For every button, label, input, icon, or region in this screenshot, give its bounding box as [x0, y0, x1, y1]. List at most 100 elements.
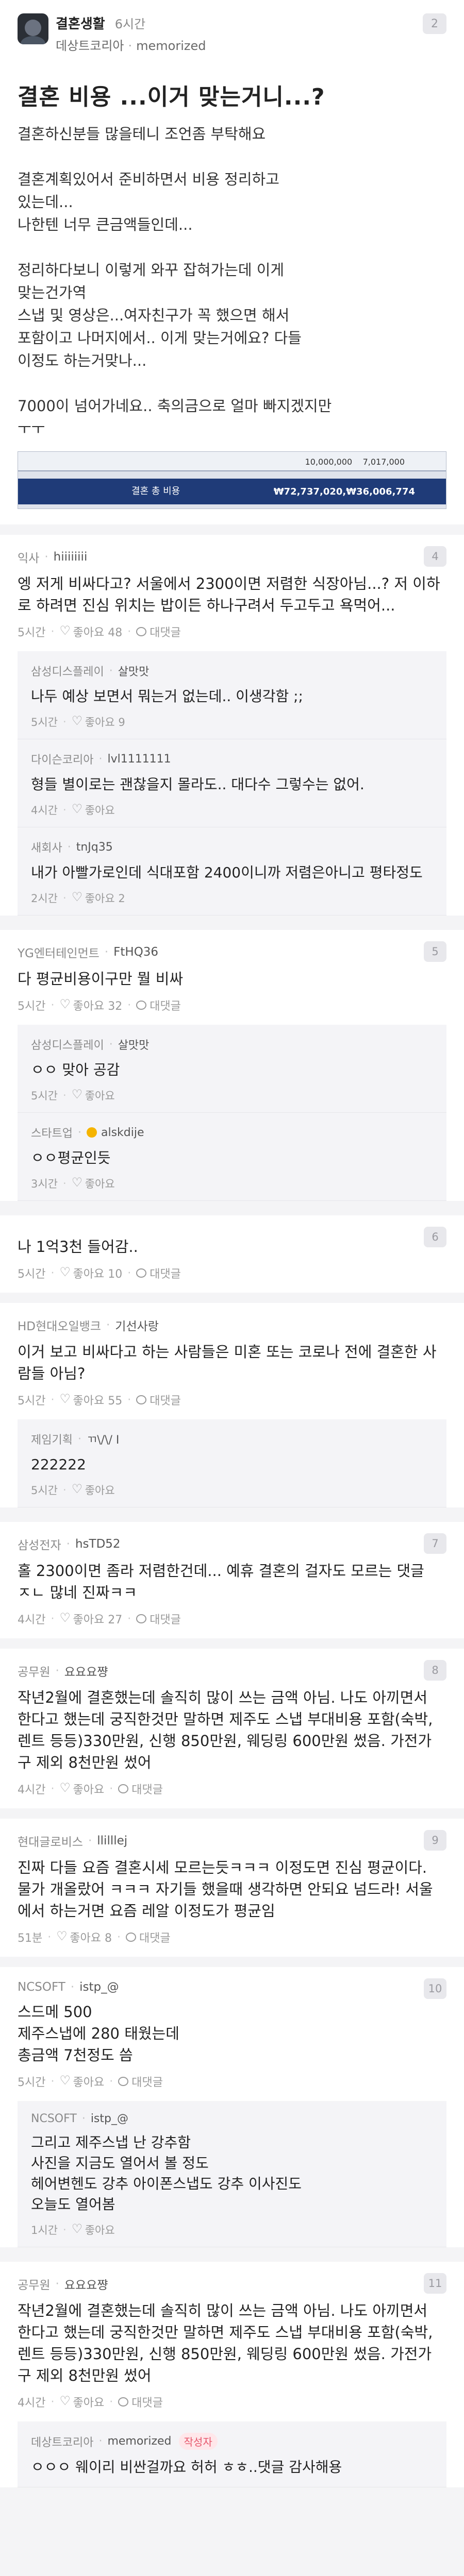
author-nick[interactable]: lvl1111111 [107, 753, 171, 766]
comment-author: 현대글로비스 · llilllej [18, 1832, 446, 1850]
like-button[interactable]: 좋아요 32 [59, 997, 122, 1013]
separator-dot: · [63, 804, 67, 816]
post-body: 결혼하신분들 많을테니 조언좀 부탁해요 결혼계획있어서 준비하면서 비용 정리하… [18, 123, 446, 440]
like-label: 좋아요 [73, 2076, 105, 2089]
comment-author: 공무원 · 요요요쨩 [18, 1662, 446, 1680]
heart-icon [72, 1175, 83, 1190]
comment-author: NCSOFT · istp_@ [18, 1980, 446, 1994]
like-button[interactable]: 좋아요 [72, 802, 115, 818]
comment-author: 공무원 · 요요요쨩 [18, 2275, 446, 2293]
author-nick[interactable]: ㄲ\/\/ I [87, 1431, 119, 1447]
heart-icon [59, 2073, 71, 2088]
author-nick[interactable]: FtHQ36 [113, 945, 158, 959]
reply-button[interactable]: 대댓글 [118, 2073, 163, 2090]
avatar[interactable] [18, 13, 48, 44]
reply-button[interactable]: 대댓글 [125, 1929, 171, 1945]
separator-dot: · [67, 840, 71, 854]
comment-footer: 5시간 · 좋아요 55 · 대댓글 [18, 1392, 446, 1408]
separator-dot: · [63, 2224, 67, 2236]
comment-author: HD현대오일뱅크 · 기선사랑 [18, 1316, 446, 1334]
author-nick[interactable]: hiiiiiiii [54, 550, 88, 564]
author-nick[interactable]: 살맛맛 [118, 1036, 150, 1053]
like-button[interactable]: 좋아요 9 [72, 714, 125, 730]
comment-thread: 11 공무원 · 요요요쨩 작년2월에 결혼했는데 솔직히 많이 쓰는 금액 아님. 나… [0, 2262, 464, 2487]
author-nick[interactable]: alskdije [101, 1126, 144, 1139]
post-body-line: 결혼하신분들 많을테니 조언좀 부탁해요 [18, 125, 266, 143]
comment-number-badge: 8 [424, 1660, 446, 1681]
author-badge: 작성자 [178, 2433, 218, 2450]
separator-dot: · [109, 1038, 113, 1051]
comment-text: 나두 예상 보면서 뭐는거 없는데.. 이생각함 ;; [31, 688, 303, 705]
author-company: 공무원 [18, 1666, 51, 1679]
post-body-line: ㅜㅜ [18, 420, 45, 437]
like-button[interactable]: 좋아요 [72, 1175, 115, 1191]
author-nick[interactable]: 살맛맛 [118, 663, 150, 679]
comment: 11 공무원 · 요요요쨩 작년2월에 결혼했는데 솔직히 많이 쓰는 금액 아님. 나… [0, 2262, 464, 2421]
comments-list: 4 익사 · hiiiiiiii 엥 저게 비싸다고? 서울에서 2300이면 저렴한 … [0, 524, 464, 2487]
author-nick[interactable]: hsTD52 [75, 1537, 121, 1551]
post-body-line: 이정도 하는거맞나... [18, 352, 147, 369]
like-label: 좋아요 [85, 1090, 115, 1102]
post-body-line: 있는데... [18, 193, 73, 211]
comment-author: 삼성전자 · hsTD52 [18, 1535, 446, 1553]
like-button[interactable]: 좋아요 [59, 2394, 104, 2410]
like-button[interactable]: 좋아요 8 [56, 1929, 112, 1945]
post: 결혼생활 6시간 데상트코리아 · memorized 2 결혼 비용 ...이거 … [0, 0, 464, 524]
heart-icon [59, 2394, 71, 2408]
author-nick[interactable]: tnJq35 [76, 841, 113, 854]
separator-dot: · [63, 1089, 67, 1101]
separator-dot: · [55, 1664, 59, 1677]
reply-button[interactable]: 대댓글 [136, 623, 181, 640]
author-nick[interactable]: 기선사랑 [115, 1316, 159, 1334]
reply-button[interactable]: 대댓글 [136, 1392, 181, 1408]
comment-author: 삼성디스플레이 · 살맛맛 [31, 663, 433, 679]
comment-text: 222222 [31, 1456, 86, 1473]
heart-icon [59, 623, 71, 638]
like-button[interactable]: 좋아요 2 [72, 890, 125, 906]
like-button[interactable]: 좋아요 10 [59, 1265, 122, 1281]
like-button[interactable]: 좋아요 27 [59, 1611, 122, 1627]
comment-footer: 4시간 · 좋아요 27 · 대댓글 [18, 1611, 446, 1627]
separator-dot: · [104, 945, 109, 959]
separator-dot: · [109, 1782, 113, 1795]
comment-bubble-icon [136, 1614, 147, 1623]
post-body-line: 스냅 및 영상은...여자친구가 꼭 했으면 해서 [18, 307, 290, 324]
heart-icon [72, 714, 83, 728]
author-nick[interactable]: memorized [107, 2435, 171, 2448]
separator-dot: · [127, 998, 131, 1012]
like-button[interactable]: 좋아요 [59, 2073, 104, 2090]
reply-button[interactable]: 대댓글 [136, 1611, 181, 1627]
author-nick[interactable]: 요요요쨩 [64, 1662, 108, 1680]
author-nick[interactable]: memorized [136, 39, 206, 53]
comment-time: 4시간 [18, 1784, 46, 1797]
reply-button[interactable]: 대댓글 [136, 997, 181, 1013]
author-nick[interactable]: istp_@ [79, 1980, 119, 1994]
comment-number-badge: 7 [424, 1533, 446, 1554]
like-button[interactable]: 좋아요 [59, 1781, 104, 1797]
like-button[interactable]: 좋아요 [72, 1482, 115, 1498]
community-name[interactable]: 결혼생활 [56, 16, 105, 32]
reply-button[interactable]: 대댓글 [136, 1265, 181, 1281]
author-nick[interactable]: 요요요쨩 [64, 2275, 108, 2293]
comment-bubble-icon [118, 2397, 129, 2406]
comment-time: 5시간 [31, 1484, 58, 1497]
separator-dot: · [128, 39, 132, 53]
heart-icon [59, 1265, 71, 1279]
reply-button[interactable]: 대댓글 [118, 2394, 163, 2410]
comment-footer: 5시간 · 좋아요 [31, 1482, 433, 1498]
like-button[interactable]: 좋아요 55 [59, 1392, 122, 1408]
post-image[interactable]: 10,000,000 7,017,000 결혼 총 비용 ₩72,737,020… [18, 451, 446, 509]
like-button[interactable]: 좋아요 [72, 2222, 115, 2238]
author-nick[interactable]: istp_@ [91, 2112, 128, 2125]
like-label: 좋아요 9 [85, 716, 125, 728]
separator-dot: · [51, 2395, 55, 2409]
comment-text: ㅇㅇ 맞아 공감 [31, 1061, 120, 1078]
like-button[interactable]: 좋아요 48 [59, 623, 122, 640]
comment-text: 작년2월에 결혼했는데 솔직히 많이 쓰는 금액 아님. 나도 아끼면서 한다고… [18, 1689, 433, 1771]
like-button[interactable]: 좋아요 [72, 1087, 115, 1103]
author-nick[interactable]: llilllej [97, 1834, 127, 1848]
page: 결혼생활 6시간 데상트코리아 · memorized 2 결혼 비용 ...이거 … [0, 0, 464, 2487]
reply-button[interactable]: 대댓글 [118, 1781, 163, 1797]
